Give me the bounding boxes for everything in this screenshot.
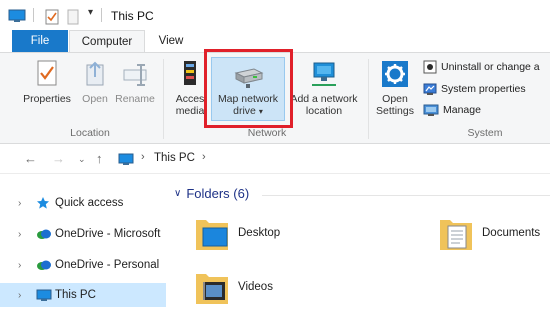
address-location[interactable]: This PC xyxy=(154,152,195,164)
onedrive-icon xyxy=(37,260,51,270)
nav-item-label: OneDrive - Personal xyxy=(55,259,160,271)
folder-name: Desktop xyxy=(238,227,281,239)
customize-quick-access-icon[interactable]: ▾ xyxy=(88,7,93,18)
content-pane: ∨ Folders (6) Desktop Documents Videos xyxy=(170,176,550,315)
star-icon xyxy=(37,197,49,209)
group-label-location: Location xyxy=(70,127,110,139)
manage-button[interactable]: Manage xyxy=(423,103,481,117)
nav-item-label: OneDrive - Microsoft xyxy=(55,228,161,240)
title-bar: ▾ This PC xyxy=(0,0,550,30)
nav-item-label: Quick access xyxy=(55,197,124,209)
expand-chevron-icon[interactable]: › xyxy=(18,290,32,301)
folder-name: Videos xyxy=(238,281,273,293)
nav-item-quick-access[interactable]: › Quick access xyxy=(0,191,166,215)
nav-item-onedrive-personal[interactable]: › OneDrive - Personal xyxy=(0,253,166,277)
rename-label: Rename xyxy=(115,93,155,105)
uninstall-label: Uninstall or change a xyxy=(441,61,540,73)
section-divider xyxy=(262,195,550,196)
up-arrow-icon[interactable]: ↑ xyxy=(96,151,103,166)
ribbon: Properties Open Rename Location Acces me… xyxy=(0,52,550,144)
uninstall-button[interactable]: Uninstall or change a xyxy=(423,60,540,74)
collapse-chevron-icon[interactable]: ∨ xyxy=(174,188,181,199)
expand-chevron-icon[interactable]: › xyxy=(18,198,32,209)
separator xyxy=(33,8,34,22)
expand-chevron-icon[interactable]: › xyxy=(18,260,32,271)
network-location-icon xyxy=(312,62,336,86)
nav-item-this-pc[interactable]: › This PC xyxy=(0,283,166,307)
onedrive-icon xyxy=(37,229,51,239)
this-pc-icon xyxy=(8,9,26,22)
this-pc-icon xyxy=(36,289,52,301)
properties-label: Properties xyxy=(23,93,71,105)
system-properties-button[interactable]: System properties xyxy=(423,82,526,96)
new-folder-quick-icon[interactable] xyxy=(67,9,79,25)
expand-chevron-icon[interactable]: › xyxy=(18,229,32,240)
folder-item-videos[interactable]: Videos xyxy=(194,268,273,306)
open-icon xyxy=(86,61,104,86)
tab-computer[interactable]: Computer xyxy=(69,30,145,53)
group-label-system: System xyxy=(467,127,503,139)
map-network-drive-label-2: drive ▾ xyxy=(212,105,284,118)
add-network-location-button[interactable]: Add a network location xyxy=(287,59,361,117)
properties-quick-icon[interactable] xyxy=(45,9,59,25)
nav-item-label: This PC xyxy=(55,289,96,301)
map-network-drive-label-1: Map network xyxy=(217,93,279,105)
address-row: ← → ⌄ ↑ › This PC › xyxy=(0,144,550,174)
ribbon-tabs: File Computer View xyxy=(0,30,550,53)
folder-item-desktop[interactable]: Desktop xyxy=(194,214,280,252)
system-properties-icon xyxy=(423,83,437,95)
group-separator xyxy=(368,59,369,139)
rename-icon xyxy=(123,64,147,86)
add-network-location-label-1: Add a network xyxy=(290,93,358,105)
add-network-location-label-2: location xyxy=(305,105,343,117)
open-button[interactable]: Open xyxy=(78,59,112,105)
folders-section-header[interactable]: ∨ Folders (6) xyxy=(174,186,249,201)
access-media-label-2: media xyxy=(175,105,205,117)
open-settings-label-2: Settings xyxy=(376,105,414,117)
nav-item-onedrive-microsoft[interactable]: › OneDrive - Microsoft xyxy=(0,222,166,246)
group-separator xyxy=(163,59,164,139)
folder-item-documents[interactable]: Documents xyxy=(438,214,540,252)
recent-locations-chevron-icon[interactable]: ⌄ xyxy=(78,154,86,165)
section-title: Folders (6) xyxy=(186,186,250,201)
window-title: This PC xyxy=(111,9,154,23)
open-settings-button[interactable]: Open Settings xyxy=(373,59,417,117)
rename-button[interactable]: Rename xyxy=(114,59,156,105)
access-media-button[interactable]: Acces media xyxy=(170,59,210,117)
group-label-network: Network xyxy=(247,127,287,139)
manage-label: Manage xyxy=(443,104,481,116)
this-pc-icon xyxy=(118,153,134,165)
uninstall-icon xyxy=(423,60,437,74)
media-server-icon xyxy=(184,61,196,85)
network-drive-icon xyxy=(234,68,264,88)
videos-folder-icon xyxy=(196,274,228,304)
path-separator-icon[interactable]: › xyxy=(202,151,206,163)
folder-name: Documents xyxy=(482,227,541,239)
map-network-drive-label-2-text: drive xyxy=(233,105,256,117)
open-label: Open xyxy=(82,93,108,105)
tab-view[interactable]: View xyxy=(150,30,192,52)
properties-icon xyxy=(37,60,57,86)
manage-icon xyxy=(423,104,439,116)
tab-file[interactable]: File xyxy=(12,30,68,52)
navigation-pane: › Quick access › OneDrive - Microsoft › … xyxy=(0,176,168,315)
dropdown-arrow-icon: ▾ xyxy=(258,107,263,116)
map-network-drive-button[interactable]: Map network drive ▾ xyxy=(212,59,284,118)
open-settings-label-1: Open xyxy=(382,93,408,105)
path-separator-icon[interactable]: › xyxy=(141,151,145,163)
desktop-folder-icon xyxy=(196,220,228,250)
back-arrow-icon[interactable]: ← xyxy=(24,151,37,166)
system-properties-label: System properties xyxy=(441,83,526,95)
documents-folder-icon xyxy=(440,220,472,250)
separator xyxy=(101,8,102,22)
forward-arrow-icon[interactable]: → xyxy=(52,151,65,166)
address-bar[interactable]: › This PC › xyxy=(114,147,550,171)
gear-icon xyxy=(382,61,408,87)
access-media-label-1: Acces xyxy=(175,93,205,105)
properties-button[interactable]: Properties xyxy=(18,59,76,105)
